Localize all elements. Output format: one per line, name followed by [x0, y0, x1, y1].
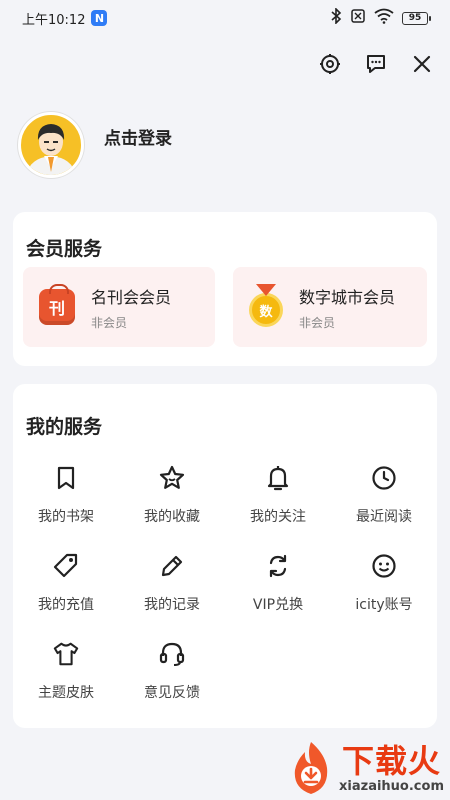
membership-card: 会员服务 刊 名刊会会员 非会员 数 数字城市会员 非会员 [13, 212, 437, 366]
status-right: 95 [330, 7, 431, 28]
service-icity-account[interactable]: icity账号 [331, 552, 437, 640]
watermark-url: xiazaihuo.com [339, 778, 444, 794]
watermark-text: 下载火 [342, 741, 442, 780]
bell-icon [264, 464, 292, 492]
service-label: 我的收藏 [144, 509, 200, 525]
notification-badge: N [91, 10, 108, 26]
status-time: 上午10:12 [22, 12, 86, 28]
service-label: 意见反馈 [144, 685, 200, 701]
services-grid: 我的书架 我的收藏 我的关注 最近阅读 我的充值 我的记录 VIP兑换 icit… [13, 464, 437, 728]
service-label: VIP兑换 [252, 597, 304, 613]
service-label: 我的记录 [144, 597, 200, 613]
watermark-text-group: 下载火 xiazaihuo.com [339, 743, 444, 794]
membership-name: 名刊会会员 [91, 287, 172, 307]
service-bookshelf[interactable]: 我的书架 [13, 464, 119, 552]
service-vip-exchange[interactable]: VIP兑换 [225, 552, 331, 640]
bookmark-icon [52, 464, 80, 492]
star-icon [158, 464, 186, 492]
service-recharge[interactable]: 我的充值 [13, 552, 119, 640]
service-favorites[interactable]: 我的收藏 [119, 464, 225, 552]
battery-indicator: 95 [402, 11, 431, 25]
status-left: 上午10:12 N [22, 9, 108, 28]
sim-off-icon [350, 8, 366, 28]
service-records[interactable]: 我的记录 [119, 552, 225, 640]
smile-icon [370, 552, 398, 580]
membership-status: 非会员 [91, 315, 128, 330]
watermark: 下载火 xiazaihuo.com [287, 740, 444, 796]
login-text[interactable]: 点击登录 [104, 124, 172, 149]
membership-info: 名刊会会员 非会员 [91, 284, 171, 331]
avatar[interactable] [18, 112, 84, 178]
services-title: 我的服务 [26, 416, 103, 438]
message-icon[interactable] [364, 52, 388, 76]
flame-logo-icon [287, 740, 335, 796]
service-label: 主题皮肤 [38, 685, 94, 701]
membership-item-digital-city[interactable]: 数 数字城市会员 非会员 [233, 267, 427, 347]
status-bar: 上午10:12 N 95 [0, 0, 450, 36]
bluetooth-icon [330, 7, 342, 28]
top-actions [318, 52, 434, 76]
membership-name: 数字城市会员 [299, 287, 396, 307]
magazine-icon: 刊 [39, 284, 75, 325]
service-recent-reading[interactable]: 最近阅读 [331, 464, 437, 552]
exchange-icon [264, 552, 292, 580]
membership-item-magazine[interactable]: 刊 名刊会会员 非会员 [23, 267, 215, 347]
headset-icon [158, 640, 186, 668]
service-label: icity账号 [355, 597, 413, 613]
membership-title: 会员服务 [26, 238, 103, 260]
tag-icon [52, 552, 80, 580]
service-theme-skin[interactable]: 主题皮肤 [13, 640, 119, 728]
membership-info: 数字城市会员 非会员 [299, 284, 395, 331]
pencil-icon [158, 552, 186, 580]
settings-icon[interactable] [318, 52, 342, 76]
medal-icon: 数 [249, 284, 283, 327]
service-label: 我的关注 [250, 509, 306, 525]
services-card: 我的服务 我的书架 我的收藏 我的关注 最近阅读 我的充值 我的记录 VIP兑换… [13, 384, 437, 728]
service-label: 最近阅读 [356, 509, 412, 525]
service-label: 我的书架 [38, 509, 94, 525]
membership-status: 非会员 [299, 315, 336, 330]
service-following[interactable]: 我的关注 [225, 464, 331, 552]
close-icon[interactable] [410, 52, 434, 76]
service-feedback[interactable]: 意见反馈 [119, 640, 225, 728]
wifi-icon [374, 8, 394, 28]
profile-section[interactable]: 点击登录 [18, 112, 172, 178]
service-label: 我的充值 [38, 597, 94, 613]
shirt-icon [52, 640, 80, 668]
clock-icon [370, 464, 398, 492]
